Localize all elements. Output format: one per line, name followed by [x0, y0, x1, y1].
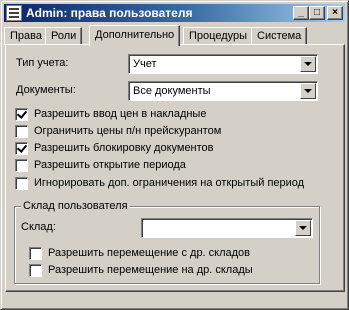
additional-tab-panel: Тип учета: Учет Документы: Все документы…: [5, 44, 345, 292]
chevron-down-icon[interactable]: [300, 56, 316, 72]
account-type-select[interactable]: Учет: [128, 54, 318, 74]
option-label: Разрешить ввод цен в накладные: [34, 108, 207, 120]
tab-roles[interactable]: Роли: [45, 27, 83, 45]
option-label: Ограничить цены п/н прейскурантом: [34, 125, 222, 137]
checkbox[interactable]: [15, 125, 28, 138]
option-label: Разрешить блокировку документов: [34, 142, 214, 154]
option-label: Разрешить перемещение с др. складов: [48, 247, 251, 259]
account-type-label: Тип учета:: [16, 57, 69, 69]
admin-rights-window: Admin: права пользователя _ □ × Права Ро…: [0, 0, 349, 310]
tab-additional[interactable]: Дополнительно: [89, 25, 181, 46]
title-bar[interactable]: Admin: права пользователя _ □ ×: [4, 4, 345, 22]
documents-select[interactable]: Все документы: [128, 81, 318, 101]
checkbox[interactable]: [15, 159, 28, 172]
app-grid-icon[interactable]: [6, 5, 22, 21]
documents-value: Все документы: [133, 85, 211, 97]
tab-strip: Права Роли Дополнительно Процедуры Систе…: [1, 25, 349, 46]
tab-system[interactable]: Система: [251, 27, 308, 45]
checkbox[interactable]: [15, 142, 28, 155]
window-title: Admin: права пользователя: [26, 6, 193, 20]
checkbox[interactable]: [15, 108, 28, 121]
tab-rights[interactable]: Права: [4, 27, 48, 45]
warehouse-group: Склад пользователя Склад: Разрешить пере…: [14, 200, 320, 284]
chevron-down-icon[interactable]: [300, 83, 316, 99]
documents-label: Документы:: [16, 84, 76, 96]
warehouse-select[interactable]: [141, 218, 313, 238]
option-label: Игнорировать доп. ограничения на открыты…: [34, 177, 305, 189]
option-label: Разрешить открытие периода: [34, 159, 186, 171]
warehouse-group-title: Склад пользователя: [21, 200, 130, 212]
warehouse-label: Склад:: [21, 221, 56, 233]
tab-procedures[interactable]: Процедуры: [183, 27, 254, 45]
checkbox[interactable]: [29, 264, 42, 277]
account-type-value: Учет: [133, 58, 157, 70]
checkbox[interactable]: [29, 247, 42, 260]
checkbox[interactable]: [15, 177, 28, 190]
close-button[interactable]: ×: [327, 6, 343, 20]
chevron-down-icon[interactable]: [295, 220, 311, 236]
minimize-button[interactable]: _: [293, 6, 309, 20]
option-label: Разрешить перемещение на др. склады: [48, 264, 253, 276]
maximize-button[interactable]: □: [309, 6, 325, 20]
